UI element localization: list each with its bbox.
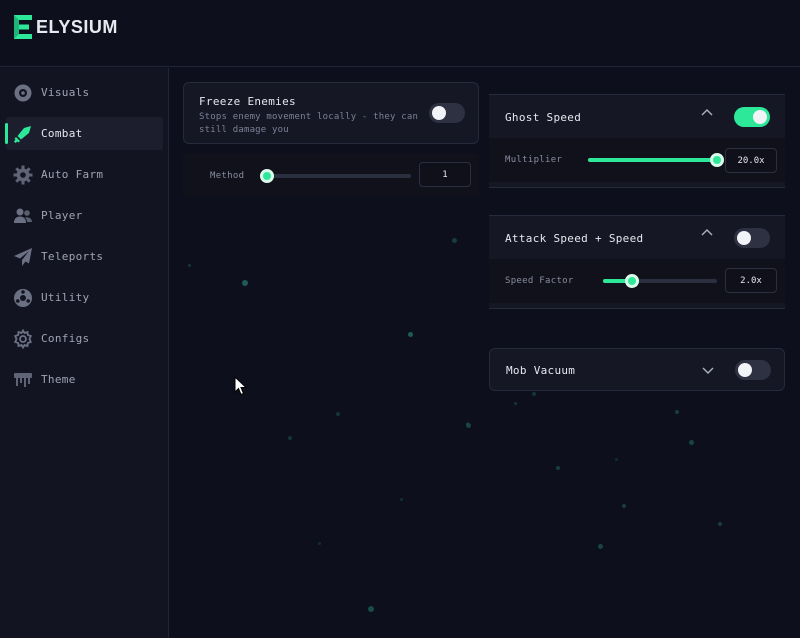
background-particle xyxy=(188,264,191,267)
paper-plane-icon xyxy=(13,247,33,267)
sidebar-item-visuals[interactable]: Visuals xyxy=(6,76,163,109)
toggle-knob xyxy=(432,106,446,120)
speed-factor-row: Speed Factor 2.0x xyxy=(489,259,785,303)
mouse-cursor-icon xyxy=(234,376,248,396)
ghost-speed-toggle[interactable] xyxy=(734,107,770,127)
sidebar-item-label: Utility xyxy=(41,291,90,304)
eye-icon xyxy=(13,83,33,103)
sidebar-item-combat[interactable]: Combat xyxy=(5,117,163,150)
freeze-method-row: Method 1 xyxy=(183,154,479,196)
sidebar-item-player[interactable]: Player xyxy=(6,199,163,232)
slider-thumb[interactable] xyxy=(624,274,639,288)
toggle-knob xyxy=(737,231,751,245)
background-particle xyxy=(336,412,340,416)
chevron-up-icon[interactable] xyxy=(700,227,714,237)
description-line: still damage you xyxy=(199,125,289,135)
users-icon xyxy=(13,206,33,226)
background-particle xyxy=(242,280,248,286)
speed-factor-value-input[interactable]: 2.0x xyxy=(725,268,777,293)
background-particle xyxy=(368,606,374,612)
background-particle xyxy=(689,440,694,445)
method-label: Method xyxy=(210,171,245,181)
freeze-enemies-card: Freeze Enemies Stops enemy movement loca… xyxy=(183,82,479,144)
sidebar-item-label: Teleports xyxy=(41,250,104,263)
freeze-enemies-title: Freeze Enemies xyxy=(199,95,296,108)
slider-fill xyxy=(588,158,717,162)
background-particle xyxy=(718,522,722,526)
freeze-enemies-description: Stops enemy movement locally - they can … xyxy=(199,111,418,137)
background-particle xyxy=(532,392,536,396)
mob-vacuum-toggle[interactable] xyxy=(735,360,771,380)
app-logo: ELYSIUM xyxy=(12,14,118,40)
attack-speed-card: Attack Speed + Speed Speed Factor 2.0x xyxy=(489,215,785,309)
attack-speed-toggle[interactable] xyxy=(734,228,770,248)
top-bar: ELYSIUM xyxy=(0,0,800,67)
logo-e-icon xyxy=(12,14,34,40)
paint-roller-icon xyxy=(13,370,33,390)
main-content: Freeze Enemies Stops enemy movement loca… xyxy=(170,68,800,638)
method-slider[interactable] xyxy=(260,169,411,183)
speed-factor-slider[interactable] xyxy=(603,274,717,288)
sidebar-item-theme[interactable]: Theme xyxy=(6,363,163,396)
sword-icon xyxy=(13,124,33,144)
background-particle xyxy=(288,436,292,440)
background-particle xyxy=(400,498,403,501)
sidebar: Visuals Combat Auto Farm Player Teleport… xyxy=(0,68,169,638)
sidebar-item-label: Combat xyxy=(41,127,83,140)
chevron-down-icon[interactable] xyxy=(701,366,715,376)
toggle-knob xyxy=(753,110,767,124)
speed-factor-label: Speed Factor xyxy=(505,276,574,286)
chevron-up-icon[interactable] xyxy=(700,107,714,117)
freeze-enemies-toggle[interactable] xyxy=(429,103,465,123)
background-particle xyxy=(452,238,457,243)
sidebar-item-configs[interactable]: Configs xyxy=(6,322,163,355)
background-particle xyxy=(675,410,679,414)
sidebar-item-utility[interactable]: Utility xyxy=(6,281,163,314)
mob-vacuum-card[interactable]: Mob Vacuum xyxy=(489,348,785,391)
multiplier-value-input[interactable]: 20.0x xyxy=(725,148,777,173)
background-particle xyxy=(408,332,413,337)
attack-speed-title: Attack Speed + Speed xyxy=(505,232,644,245)
sidebar-item-label: Visuals xyxy=(41,86,90,99)
multiplier-slider[interactable] xyxy=(588,153,724,167)
description-line: Stops enemy movement locally - they can xyxy=(199,112,419,122)
method-value-input[interactable]: 1 xyxy=(419,162,471,187)
background-particle xyxy=(514,402,517,405)
background-particle xyxy=(318,542,321,545)
ghost-multiplier-row: Multiplier 20.0x xyxy=(489,138,785,182)
sidebar-item-label: Theme xyxy=(41,373,76,386)
sidebar-item-auto-farm[interactable]: Auto Farm xyxy=(6,158,163,191)
gear-icon xyxy=(13,165,33,185)
settings-circle-icon xyxy=(13,288,33,308)
mob-vacuum-title: Mob Vacuum xyxy=(506,364,576,377)
slider-thumb[interactable] xyxy=(710,153,724,167)
multiplier-label: Multiplier xyxy=(505,155,563,165)
ghost-speed-card: Ghost Speed Multiplier 20.0x xyxy=(489,94,785,188)
cog-icon xyxy=(13,328,33,349)
sidebar-item-label: Configs xyxy=(41,332,90,345)
sidebar-item-label: Auto Farm xyxy=(41,168,104,181)
slider-thumb[interactable] xyxy=(260,169,274,183)
ghost-speed-title: Ghost Speed xyxy=(505,111,582,124)
toggle-knob xyxy=(738,363,752,377)
background-particle xyxy=(466,422,469,425)
background-particle xyxy=(622,504,626,508)
background-particle xyxy=(598,544,603,549)
active-indicator xyxy=(5,123,8,144)
sidebar-item-label: Player xyxy=(41,209,83,222)
logo-text: ELYSIUM xyxy=(36,16,118,37)
background-particle xyxy=(615,458,618,461)
sidebar-item-teleports[interactable]: Teleports xyxy=(6,240,163,273)
background-particle xyxy=(556,466,560,470)
